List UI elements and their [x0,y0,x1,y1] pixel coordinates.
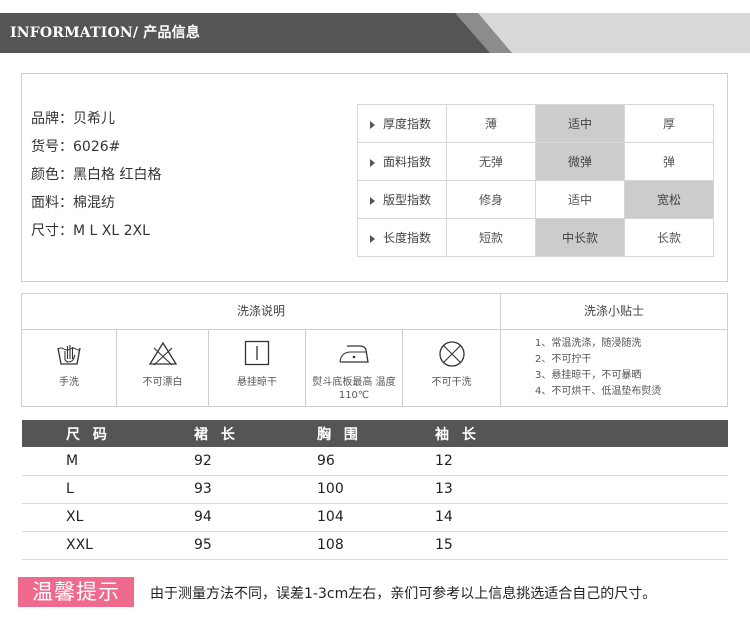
section-title: INFORMATION/ 产品信息 [10,25,201,41]
notice-badge: 温馨提示 [18,577,134,607]
wash-label: 悬挂晾干 [237,377,277,388]
index-label-text: 面料指数 [383,155,432,169]
size-cell: XL [22,503,140,532]
index-label: 面料指数 [357,142,447,181]
index-option-selected: 中长款 [535,218,625,257]
wash-icons-row: 手洗 不可漂白 悬挂晾干 熨斗底板最高 温度110℃ 不可干洗 [22,330,500,406]
tips-title: 洗涤小贴士 [583,304,644,318]
bust-cell: 104 [265,503,390,532]
wash-label: 手洗 [59,377,79,388]
wash-title: 洗涤说明 [236,304,285,318]
index-label: 厚度指数 [357,104,447,143]
col-length: 裙 长 [140,420,265,447]
bust-cell: 100 [265,475,390,504]
index-option-selected: 适中 [535,104,625,143]
wash-cell-dry: 悬挂晾干 [209,330,306,406]
bust-cell: 108 [265,531,390,560]
index-label-text: 长度指数 [383,231,432,245]
index-label-text: 版型指数 [383,193,432,207]
index-option: 无弹 [446,142,536,181]
index-table: 厚度指数薄适中厚面料指数 无弹 微弹弹版型指数 修身 适中 宽松 长度指数 短款 中长款 长款 [357,104,714,257]
size-cell: L [22,475,140,504]
index-row: 版型指数 修身 适中 宽松 [357,180,714,219]
sleeve-cell: 14 [390,503,728,532]
index-option: 修身 [446,180,536,219]
notice-text: 由于测量方法不同，误差1-3cm左右，亲们可参考以上信息挑选适合自己的尺寸。 [150,586,657,602]
wash-label: 不可干洗 [431,377,472,388]
triangle-right-icon [370,196,375,205]
wash-cell-iron: 熨斗底板最高 温度110℃ [306,330,403,406]
size-table: 尺 码 裙 长 胸 围 袖 长 M 92 96 12 L 93 100 13 XL 94 104 14… [22,420,728,560]
col-sleeve: 袖 长 [390,420,728,447]
info-list: 品牌：贝希儿 货号：6026# 颜色：黑白格 红白格 面料：棉混纺 尺寸：M L… [31,105,161,245]
wash-tips: 1、常温洗涤，随浸随洗 2、不可拧干 3、悬挂晾干，不可暴晒 4、不可烘干、低温… [535,336,661,400]
bust-cell: 96 [265,447,390,476]
wash-label: 不可漂白 [142,377,183,388]
index-label: 长度指数 [357,218,447,257]
length-cell: 93 [140,475,265,504]
table-row: XL 94 104 14 [22,503,728,532]
size-cell: XXL [22,531,140,560]
sleeve-cell: 12 [390,447,728,476]
info-brand: 品牌：贝希儿 [31,111,115,127]
hang-dry-icon [244,340,270,366]
no-dry-clean-icon [438,341,465,367]
size-cell: M [22,447,140,476]
tip-item: 2、不可拧干 [535,354,592,365]
info-sku: 货号：6026# [31,139,121,155]
header-band: INFORMATION/ 产品信息 [0,13,750,53]
length-cell: 92 [140,447,265,476]
index-option: 长款 [624,218,714,257]
index-option: 短款 [446,218,536,257]
tip-item: 1、常温洗涤，随浸随洗 [535,338,642,349]
length-cell: 95 [140,531,265,560]
index-option-selected: 宽松 [624,180,714,219]
wash-cell-dryclean: 不可干洗 [403,330,500,406]
no-bleach-icon [148,341,177,366]
sleeve-cell: 13 [390,475,728,504]
triangle-right-icon [370,234,375,243]
index-label: 版型指数 [357,180,447,219]
wash-cell-hand: 手洗 [22,330,117,406]
info-sizes: 尺寸：M L XL 2XL [31,223,150,239]
table-row: XXL 95 108 15 [22,531,728,560]
triangle-right-icon [370,120,375,129]
size-table-header: 尺 码 裙 长 胸 围 袖 长 [22,420,728,447]
table-row: L 93 100 13 [22,475,728,504]
wash-cell-bleach: 不可漂白 [117,330,209,406]
length-cell: 94 [140,503,265,532]
index-option: 薄 [446,104,536,143]
info-color: 颜色：黑白格 红白格 [31,167,162,183]
product-info-box: 品牌：贝希儿 货号：6026# 颜色：黑白格 红白格 面料：棉混纺 尺寸：M L… [21,73,728,282]
wash-label: 熨斗底板最高 温度110℃ [312,377,396,401]
tip-item: 4、不可烘干、低温垫布熨烫 [535,386,662,397]
triangle-right-icon [370,158,375,167]
tip-item: 3、悬挂晾干，不可暴晒 [535,370,642,381]
index-label-text: 厚度指数 [383,117,432,131]
table-row: M 92 96 12 [22,447,728,476]
index-option: 弹 [624,142,714,181]
hand-wash-icon [57,345,81,365]
index-row: 长度指数 短款 中长款 长款 [357,218,714,257]
index-row: 面料指数 无弹 微弹弹 [357,142,714,181]
sleeve-cell: 15 [390,531,728,560]
index-row: 厚度指数薄适中厚 [357,104,714,143]
iron-icon [339,345,369,363]
col-bust: 胸 围 [265,420,390,447]
index-option: 适中 [535,180,625,219]
index-option-selected: 微弹 [535,142,625,181]
info-fabric: 面料：棉混纺 [31,195,115,211]
index-option: 厚 [624,104,714,143]
col-size: 尺 码 [22,420,140,447]
wash-box: 洗涤说明 洗涤小贴士 手洗 不可漂白 悬挂晾干 熨斗底板最高 温度110℃ 不可… [21,293,728,407]
